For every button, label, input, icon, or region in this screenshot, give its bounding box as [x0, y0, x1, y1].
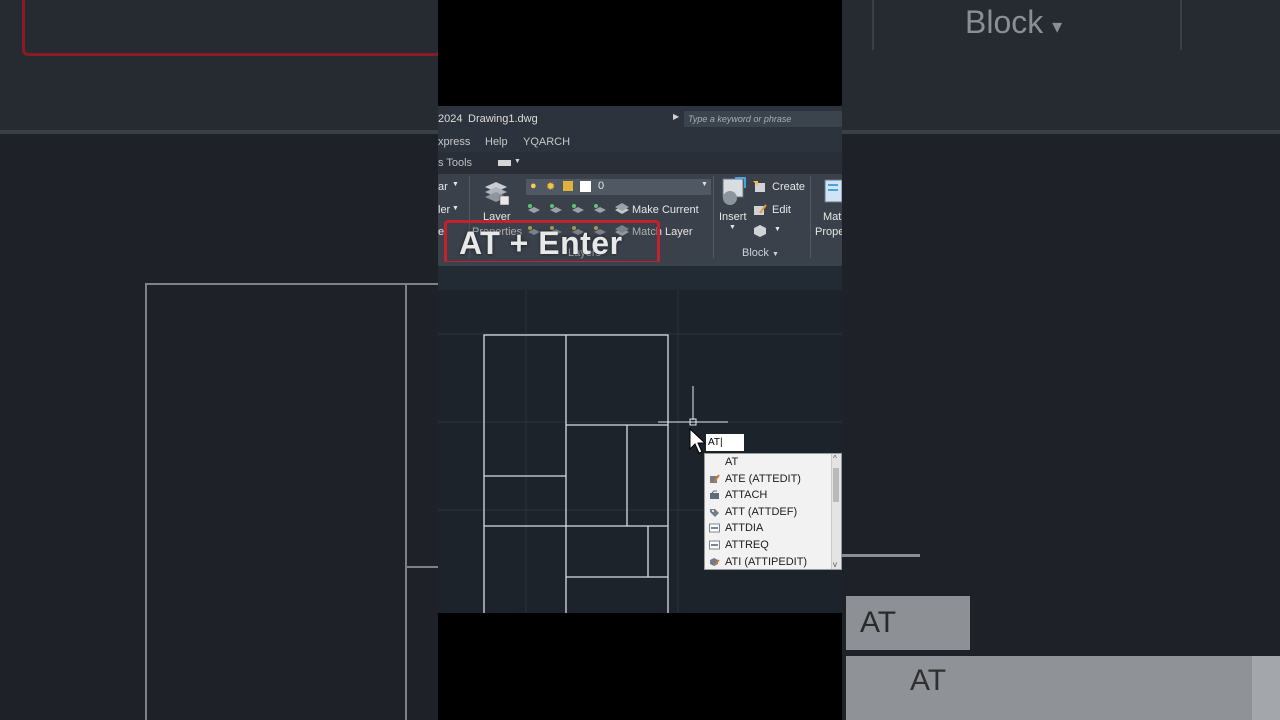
- video-frame: 2024 Drawing1.dwg ▶ Type a keyword or ph…: [438, 0, 842, 720]
- background-drawing-outline: [145, 283, 438, 720]
- autocomplete-item-label: ATI (ATTIPEDIT): [725, 555, 808, 568]
- chevron-right-icon[interactable]: ▶: [673, 112, 679, 121]
- make-current-button[interactable]: Make Current: [632, 204, 699, 216]
- edit-block-icon[interactable]: [752, 203, 767, 217]
- autocomplete-item[interactable]: AT: [705, 454, 841, 471]
- document-title: Drawing1.dwg: [468, 113, 538, 125]
- autocomplete-scrollbar[interactable]: ^ v: [831, 454, 841, 569]
- autocomplete-item-label: ATE (ATTEDIT): [725, 472, 801, 485]
- shortcut-callout: AT + Enter: [444, 220, 660, 264]
- menu-item-express[interactable]: xpress: [438, 136, 470, 148]
- create-block-icon[interactable]: [752, 180, 767, 194]
- attipedit-icon: [710, 557, 720, 566]
- layer-tools-row-1[interactable]: [526, 202, 612, 216]
- mouse-pointer-icon: [689, 428, 707, 454]
- color-swatch-icon: [580, 181, 591, 192]
- ribbon-fragment-2[interactable]: ler: [438, 204, 450, 216]
- background-separator-2: [1180, 0, 1182, 50]
- autocomplete-item-label: ATTDIA: [725, 522, 764, 535]
- autocomplete-item[interactable]: ATTREQ: [705, 537, 841, 554]
- chevron-up-icon[interactable]: ^: [833, 454, 837, 463]
- tab-tools[interactable]: s Tools: [438, 157, 472, 169]
- autocomplete-item[interactable]: ATI (ATTIPEDIT): [705, 554, 841, 569]
- ribbon-separator: [713, 176, 714, 258]
- title-bar: 2024 Drawing1.dwg ▶ Type a keyword or ph…: [438, 106, 842, 132]
- chevron-down-icon[interactable]: ▼: [452, 205, 459, 212]
- background-callout-frame: [22, 0, 442, 56]
- block-attribute-icon[interactable]: [752, 224, 767, 238]
- make-current-icon[interactable]: [614, 201, 630, 217]
- background-drawing-line-right: [842, 554, 920, 557]
- chevron-down-icon[interactable]: v: [833, 560, 837, 569]
- ribbon-tab-bar: s Tools ▼: [438, 152, 842, 174]
- autocomplete-item[interactable]: ATT (ATTDEF): [705, 504, 841, 521]
- background-left: [0, 0, 442, 720]
- background-divider: [0, 130, 438, 134]
- menu-bar: xpress Help YQARCH: [438, 132, 842, 152]
- menu-item-yqarch[interactable]: YQARCH: [523, 136, 570, 148]
- chevron-down-icon[interactable]: ▼: [774, 226, 781, 233]
- chevron-down-icon[interactable]: ▼: [729, 224, 736, 231]
- autocomplete-item-label: ATTACH: [725, 489, 768, 502]
- attedit-icon: [710, 474, 720, 483]
- background-separator: [872, 0, 874, 50]
- match-properties-label[interactable]: Mat: [823, 211, 841, 223]
- lock-icon: [563, 181, 573, 191]
- autocomplete-item[interactable]: ATTDIA: [705, 520, 841, 537]
- sysvar-icon: [709, 523, 720, 533]
- sysvar-icon: [709, 540, 720, 550]
- shortcut-callout-text: AT + Enter: [459, 225, 623, 261]
- chevron-down-icon[interactable]: ▼: [514, 158, 521, 165]
- workspace-toggle-icon[interactable]: [498, 160, 511, 166]
- background-drawing-divider: [405, 283, 407, 720]
- attach-icon: [710, 490, 719, 500]
- block-panel-title[interactable]: Block ▼: [742, 247, 779, 259]
- edit-block-button[interactable]: Edit: [772, 204, 791, 216]
- app-year: 2024: [438, 113, 463, 125]
- insert-block-icon[interactable]: [717, 176, 747, 208]
- background-autocomplete-item: AT: [910, 664, 947, 697]
- background-block-label: Block ▾: [965, 4, 1063, 40]
- background-divider-right: [842, 130, 1280, 134]
- lightbulb-icon: ●: [530, 180, 537, 192]
- background-drawing-line: [407, 566, 438, 568]
- layer-dropdown[interactable]: ● ✹ 0 ▼: [526, 179, 711, 195]
- match-properties-label-2[interactable]: Prope: [815, 226, 842, 238]
- create-block-button[interactable]: Create: [772, 181, 805, 193]
- autocomplete-item[interactable]: ATTACH: [705, 487, 841, 504]
- sun-icon: ✹: [546, 181, 556, 193]
- background-autocomplete: AT: [846, 656, 1252, 720]
- ribbon-fragment-1[interactable]: ar: [438, 181, 448, 193]
- layer-properties-icon[interactable]: [481, 178, 511, 206]
- command-input[interactable]: AT|: [706, 434, 744, 451]
- autocomplete-item-label: ATTREQ: [725, 538, 769, 551]
- ribbon-separator: [810, 176, 811, 258]
- autocomplete-item[interactable]: ATE (ATTEDIT): [705, 471, 841, 488]
- background-scrollbar: [1252, 656, 1280, 720]
- background-command-input: AT: [846, 596, 970, 650]
- match-properties-icon[interactable]: [823, 178, 842, 206]
- attdef-icon: [710, 508, 719, 517]
- chevron-down-icon[interactable]: ▼: [701, 181, 708, 188]
- background-right: Block ▾ AT AT: [842, 0, 1280, 720]
- menu-item-help[interactable]: Help: [485, 136, 508, 148]
- autocomplete-item-label: ATT (ATTDEF): [725, 505, 798, 518]
- autocomplete-item-label: AT: [725, 456, 739, 468]
- insert-button[interactable]: Insert: [719, 211, 747, 223]
- search-input[interactable]: Type a keyword or phrase: [684, 111, 842, 127]
- scrollbar-thumb[interactable]: [833, 468, 839, 502]
- command-autocomplete-list[interactable]: AT ATE (ATTEDIT) ATTACH ATT (ATTDEF) ATTDIA A…: [704, 453, 842, 570]
- chevron-down-icon[interactable]: ▼: [452, 181, 459, 188]
- layer-name: 0: [598, 180, 605, 192]
